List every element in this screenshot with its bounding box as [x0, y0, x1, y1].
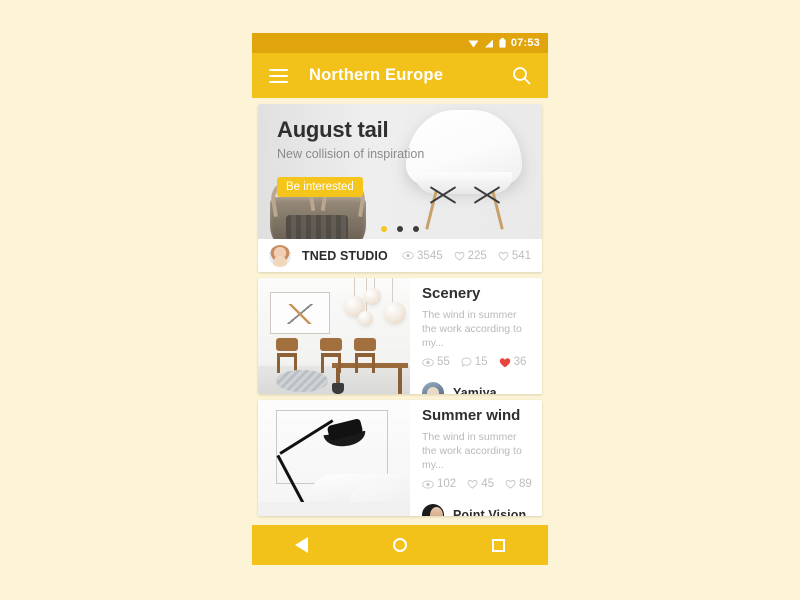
app-bar: Northern Europe [252, 53, 548, 98]
status-bar: 07:53 [252, 33, 548, 53]
phone-frame: 07:53 Northern Europe August tail New co… [252, 33, 548, 565]
hero-subtitle: New collision of inspiration [277, 147, 425, 162]
hero-author-row[interactable]: TNED STUDIO 3545 225 541 [258, 239, 542, 272]
comment-stat: 15 [461, 356, 488, 368]
heart-outline-icon [467, 479, 478, 489]
home-button[interactable] [372, 525, 428, 565]
card-thumbnail[interactable] [258, 278, 410, 394]
status-bar-clock: 07:53 [510, 36, 540, 49]
avatar [422, 504, 444, 516]
like-stat: 36 [499, 356, 527, 369]
eye-icon [402, 251, 414, 260]
be-interested-button[interactable]: Be interested [277, 177, 363, 198]
carousel-dot-3[interactable] [413, 226, 419, 232]
heart-outline-icon [505, 479, 516, 489]
hero-text-block: August tail New collision of inspiration… [277, 117, 452, 198]
card-info: Scenery The wind in summer the work acco… [410, 278, 542, 394]
like-count-1: 225 [467, 249, 487, 262]
eye-icon [422, 479, 434, 489]
card-author-row[interactable]: Yamiya [410, 375, 542, 394]
basket-illustration [270, 197, 366, 239]
author-name: Yamiya [453, 386, 497, 394]
like-stat-2: 541 [498, 250, 531, 262]
hero-card[interactable]: August tail New collision of inspiration… [258, 104, 542, 272]
battery-icon [499, 38, 506, 48]
view-stat: 55 [422, 356, 450, 368]
card-title: Scenery [422, 285, 481, 302]
heart-outline-icon [454, 251, 464, 261]
card-text-block: Scenery The wind in summer the work acco… [410, 278, 542, 350]
like-stat-2: 89 [505, 478, 532, 490]
card-title: Summer wind [422, 407, 521, 424]
author-name: TNED STUDIO [302, 248, 388, 263]
like-count-1: 45 [481, 478, 494, 491]
android-navigation-bar [252, 525, 548, 565]
like-count-2: 89 [518, 478, 532, 491]
carousel-dots [381, 226, 419, 232]
card-text-block: Summer wind The wind in summer the work … [410, 400, 542, 472]
home-circle-icon [392, 538, 407, 552]
comment-count: 15 [474, 356, 488, 369]
carousel-dot-2[interactable] [397, 226, 403, 232]
card-description: The wind in summer the work according to… [422, 308, 522, 349]
like-stat-1: 225 [454, 250, 487, 262]
view-count: 3545 [417, 249, 443, 262]
hero-image[interactable]: August tail New collision of inspiration… [258, 104, 542, 239]
heart-outline-icon [498, 251, 509, 261]
view-stat: 102 [422, 478, 456, 490]
like-stat-1: 45 [467, 478, 494, 490]
like-count: 36 [513, 356, 527, 369]
card-stats: 102 45 89 [410, 472, 542, 490]
recents-square-icon [492, 538, 506, 552]
carousel-dot-1[interactable] [381, 226, 387, 232]
page-title: Northern Europe [309, 66, 444, 84]
back-triangle-icon [294, 537, 308, 553]
avatar [422, 382, 444, 394]
hero-title: August tail [277, 117, 389, 142]
card-info: Summer wind The wind in summer the work … [410, 400, 542, 516]
recents-button[interactable] [471, 525, 527, 565]
view-stat: 3545 [402, 250, 443, 262]
view-count: 55 [437, 356, 450, 369]
signal-icon [484, 39, 493, 47]
avatar [269, 244, 291, 267]
view-count: 102 [437, 478, 457, 491]
list-item[interactable]: Summer wind The wind in summer the work … [258, 400, 542, 516]
card-thumbnail[interactable] [258, 400, 410, 516]
back-button[interactable] [273, 525, 329, 565]
heart-filled-icon [499, 357, 510, 367]
hamburger-menu-icon[interactable] [269, 68, 288, 83]
eye-icon [422, 357, 434, 367]
like-count-2: 541 [511, 249, 531, 262]
list-item[interactable]: Scenery The wind in summer the work acco… [258, 278, 542, 394]
search-icon[interactable] [512, 66, 531, 85]
card-author-row[interactable]: Point Vision [410, 497, 542, 516]
hero-stats: 3545 225 541 [402, 250, 531, 262]
content-scroll-area[interactable]: August tail New collision of inspiration… [252, 98, 548, 525]
author-name: Point Vision [453, 508, 527, 516]
comment-outline-icon [461, 357, 472, 367]
wifi-icon [468, 40, 479, 47]
card-description: The wind in summer the work according to… [422, 430, 522, 471]
card-stats: 55 15 36 [410, 350, 542, 368]
